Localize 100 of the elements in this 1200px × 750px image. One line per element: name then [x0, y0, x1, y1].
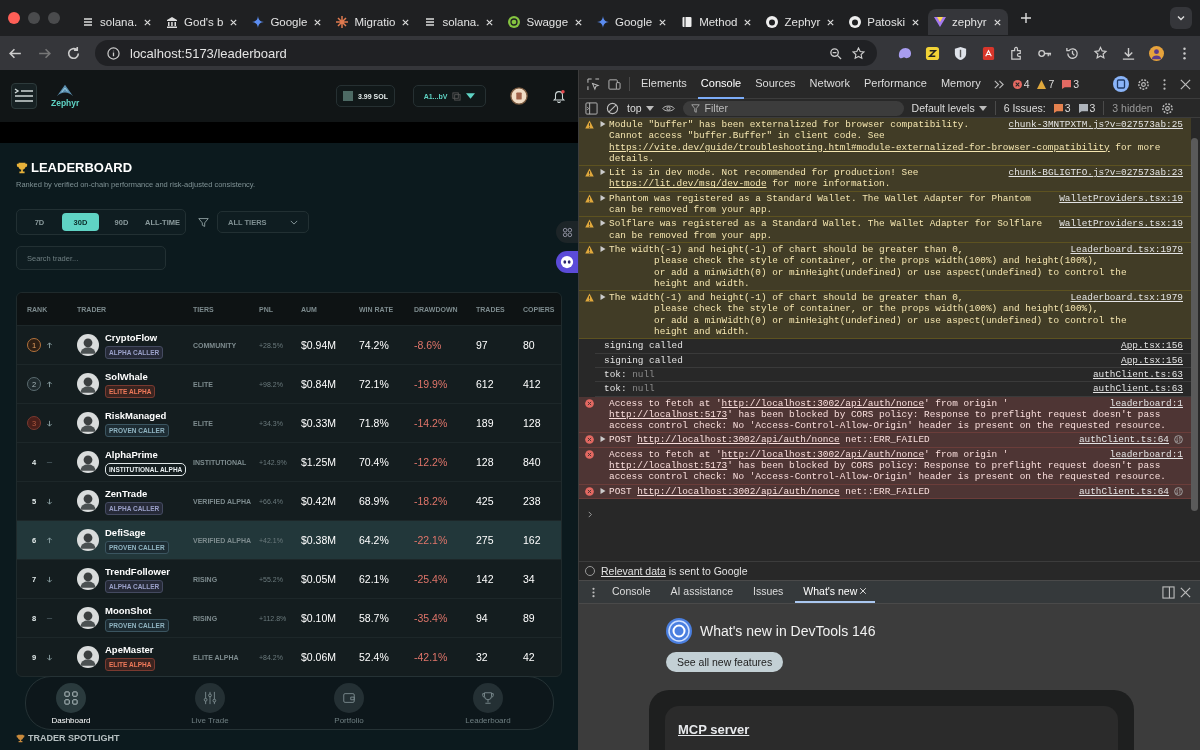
drawer-tab[interactable]: Issues	[745, 581, 792, 603]
source-link[interactable]: authClient.ts:63	[1093, 368, 1183, 381]
trader-name[interactable]: TrendFollower	[105, 565, 170, 577]
close-tab-icon[interactable]	[743, 17, 753, 27]
url-link[interactable]: http://localhost:3002/api/auth/nonce	[721, 448, 925, 460]
close-tab-icon[interactable]	[229, 17, 239, 27]
settings-icon[interactable]	[1137, 77, 1150, 91]
settings-icon[interactable]	[1160, 101, 1174, 115]
trader-name[interactable]: RiskManaged	[105, 409, 167, 421]
apps-button[interactable]	[556, 221, 578, 243]
message-count[interactable]: 3	[1062, 78, 1080, 90]
star-list-icon[interactable]	[1093, 45, 1108, 61]
expand-arrow-icon[interactable]	[600, 121, 606, 127]
trader-name[interactable]: CryptoFlow	[105, 331, 158, 343]
browser-tab[interactable]: solana.	[76, 9, 159, 35]
source-link[interactable]: App.tsx:156	[1121, 354, 1183, 366]
devtools-tab[interactable]: Performance	[860, 69, 930, 99]
source-link[interactable]: chunk-BGLIGTFO.js?v=027573ab:23	[1008, 167, 1183, 179]
trader-name[interactable]: DefiSage	[105, 526, 146, 538]
issues-label[interactable]: 6 Issues:	[1003, 102, 1046, 114]
trader-name[interactable]: SolWhale	[105, 370, 148, 382]
zoom-icon[interactable]	[829, 46, 842, 60]
browser-tab[interactable]: solana.	[418, 9, 501, 35]
url-link[interactable]: http://localhost:3002/api/auth/nonce	[637, 485, 840, 497]
url-link[interactable]: http://localhost:3002/api/auth/nonce	[721, 397, 925, 409]
close-tab-icon[interactable]	[143, 17, 153, 27]
chat-bot-button[interactable]	[556, 251, 578, 273]
browser-tab[interactable]: Patoski	[843, 9, 926, 35]
source-link[interactable]: authClient.ts:64	[1079, 434, 1169, 446]
issue-count[interactable]: 3	[1053, 102, 1071, 114]
source-link[interactable]: leaderboard:1	[1109, 397, 1183, 409]
devtools-tab[interactable]: Sources	[752, 69, 799, 99]
source-link[interactable]: Leaderboard.tsx:1979	[1070, 292, 1183, 304]
devtools-tab[interactable]: Elements	[638, 69, 690, 99]
url-link[interactable]: http://localhost:3002/api/auth/nonce	[637, 434, 840, 446]
expand-arrow-icon[interactable]	[600, 169, 606, 176]
brand-name[interactable]: Zephyr	[51, 98, 80, 108]
devtools-tab[interactable]: Memory	[937, 69, 984, 99]
close-tab-icon[interactable]	[574, 17, 584, 27]
relevant-data-link[interactable]: Relevant data	[601, 565, 666, 577]
new-tab-button[interactable]	[1020, 12, 1032, 24]
expand-arrow-icon[interactable]	[600, 487, 606, 494]
see-features-button[interactable]: See all new features	[666, 652, 784, 672]
close-tab-icon[interactable]	[859, 587, 868, 595]
menu-button[interactable]	[11, 83, 37, 109]
nav-item[interactable]: Dashboard	[36, 677, 106, 729]
sidebar-toggle-icon[interactable]	[585, 101, 598, 115]
source-link[interactable]: authClient.ts:64	[1079, 485, 1169, 497]
close-tab-icon[interactable]	[485, 17, 495, 27]
profile-avatar[interactable]	[1149, 45, 1164, 61]
address-bar[interactable]: localhost:5173/leaderboard	[95, 40, 877, 66]
reload-button[interactable]	[66, 45, 81, 61]
source-link[interactable]: WalletProviders.tsx:19	[1059, 218, 1183, 230]
expand-arrow-icon[interactable]	[600, 294, 606, 301]
source-link[interactable]: App.tsx:156	[1121, 340, 1183, 352]
warning-count[interactable]: 7	[1037, 78, 1055, 90]
close-tab-icon[interactable]	[993, 17, 1002, 27]
browser-tab[interactable]: Zephyr	[760, 9, 842, 35]
network-request-icon[interactable]	[1174, 486, 1183, 496]
ghost-icon[interactable]	[897, 45, 912, 61]
device-toolbar-icon[interactable]	[608, 77, 621, 91]
trader-name[interactable]: AlphaPrime	[105, 448, 158, 460]
scrollbar[interactable]	[1191, 138, 1198, 511]
site-info-icon[interactable]	[107, 46, 120, 60]
expand-arrow-icon[interactable]	[600, 245, 606, 252]
context-dropdown[interactable]: top	[627, 102, 654, 114]
source-link[interactable]: authClient.ts:63	[1093, 383, 1183, 395]
browser-tab[interactable]: zephyr	[928, 9, 1008, 35]
feature-link[interactable]: MCP server	[678, 722, 750, 737]
inspect-element-icon[interactable]	[587, 77, 600, 91]
history-icon[interactable]	[1065, 45, 1080, 61]
document-icon[interactable]	[981, 45, 996, 61]
clear-console-icon[interactable]	[606, 101, 619, 115]
source-link[interactable]: chunk-3MNTPXTM.js?v=027573ab:25	[1008, 119, 1183, 131]
devtools-tab[interactable]: Console	[697, 69, 745, 99]
prompt-chevron-icon[interactable]	[587, 510, 594, 518]
tab-search-button[interactable]	[1170, 7, 1192, 29]
browser-tab[interactable]: God's b	[160, 9, 245, 35]
expand-arrow-icon[interactable]	[600, 194, 606, 201]
close-tab-icon[interactable]	[826, 17, 836, 27]
square-logo-icon[interactable]	[925, 45, 940, 61]
nav-item[interactable]: Leaderboard	[453, 677, 523, 729]
error-count[interactable]: 4	[1012, 78, 1030, 90]
expand-arrow-icon[interactable]	[600, 220, 606, 227]
expand-arrow-icon[interactable]	[600, 436, 606, 443]
download-icon[interactable]	[1121, 45, 1136, 61]
trader-name[interactable]: ZenTrade	[105, 487, 148, 499]
window-close-button[interactable]	[8, 12, 20, 24]
notification-bell-icon[interactable]	[552, 89, 566, 103]
devtools-tab[interactable]: Network	[806, 69, 853, 99]
source-link[interactable]: Leaderboard.tsx:1979	[1070, 243, 1183, 256]
dock-side-icon[interactable]	[1162, 585, 1175, 599]
shield-icon[interactable]	[953, 45, 968, 61]
close-icon[interactable]	[1179, 585, 1192, 599]
browser-tab[interactable]: Migratio	[330, 9, 417, 35]
log-levels-dropdown[interactable]: Default levels	[911, 102, 987, 114]
source-link[interactable]: leaderboard:1	[1109, 448, 1183, 460]
drawer-tab[interactable]: AI assistance	[662, 581, 741, 603]
puzzle-icon[interactable]	[1009, 45, 1024, 61]
close-tab-icon[interactable]	[313, 17, 323, 27]
